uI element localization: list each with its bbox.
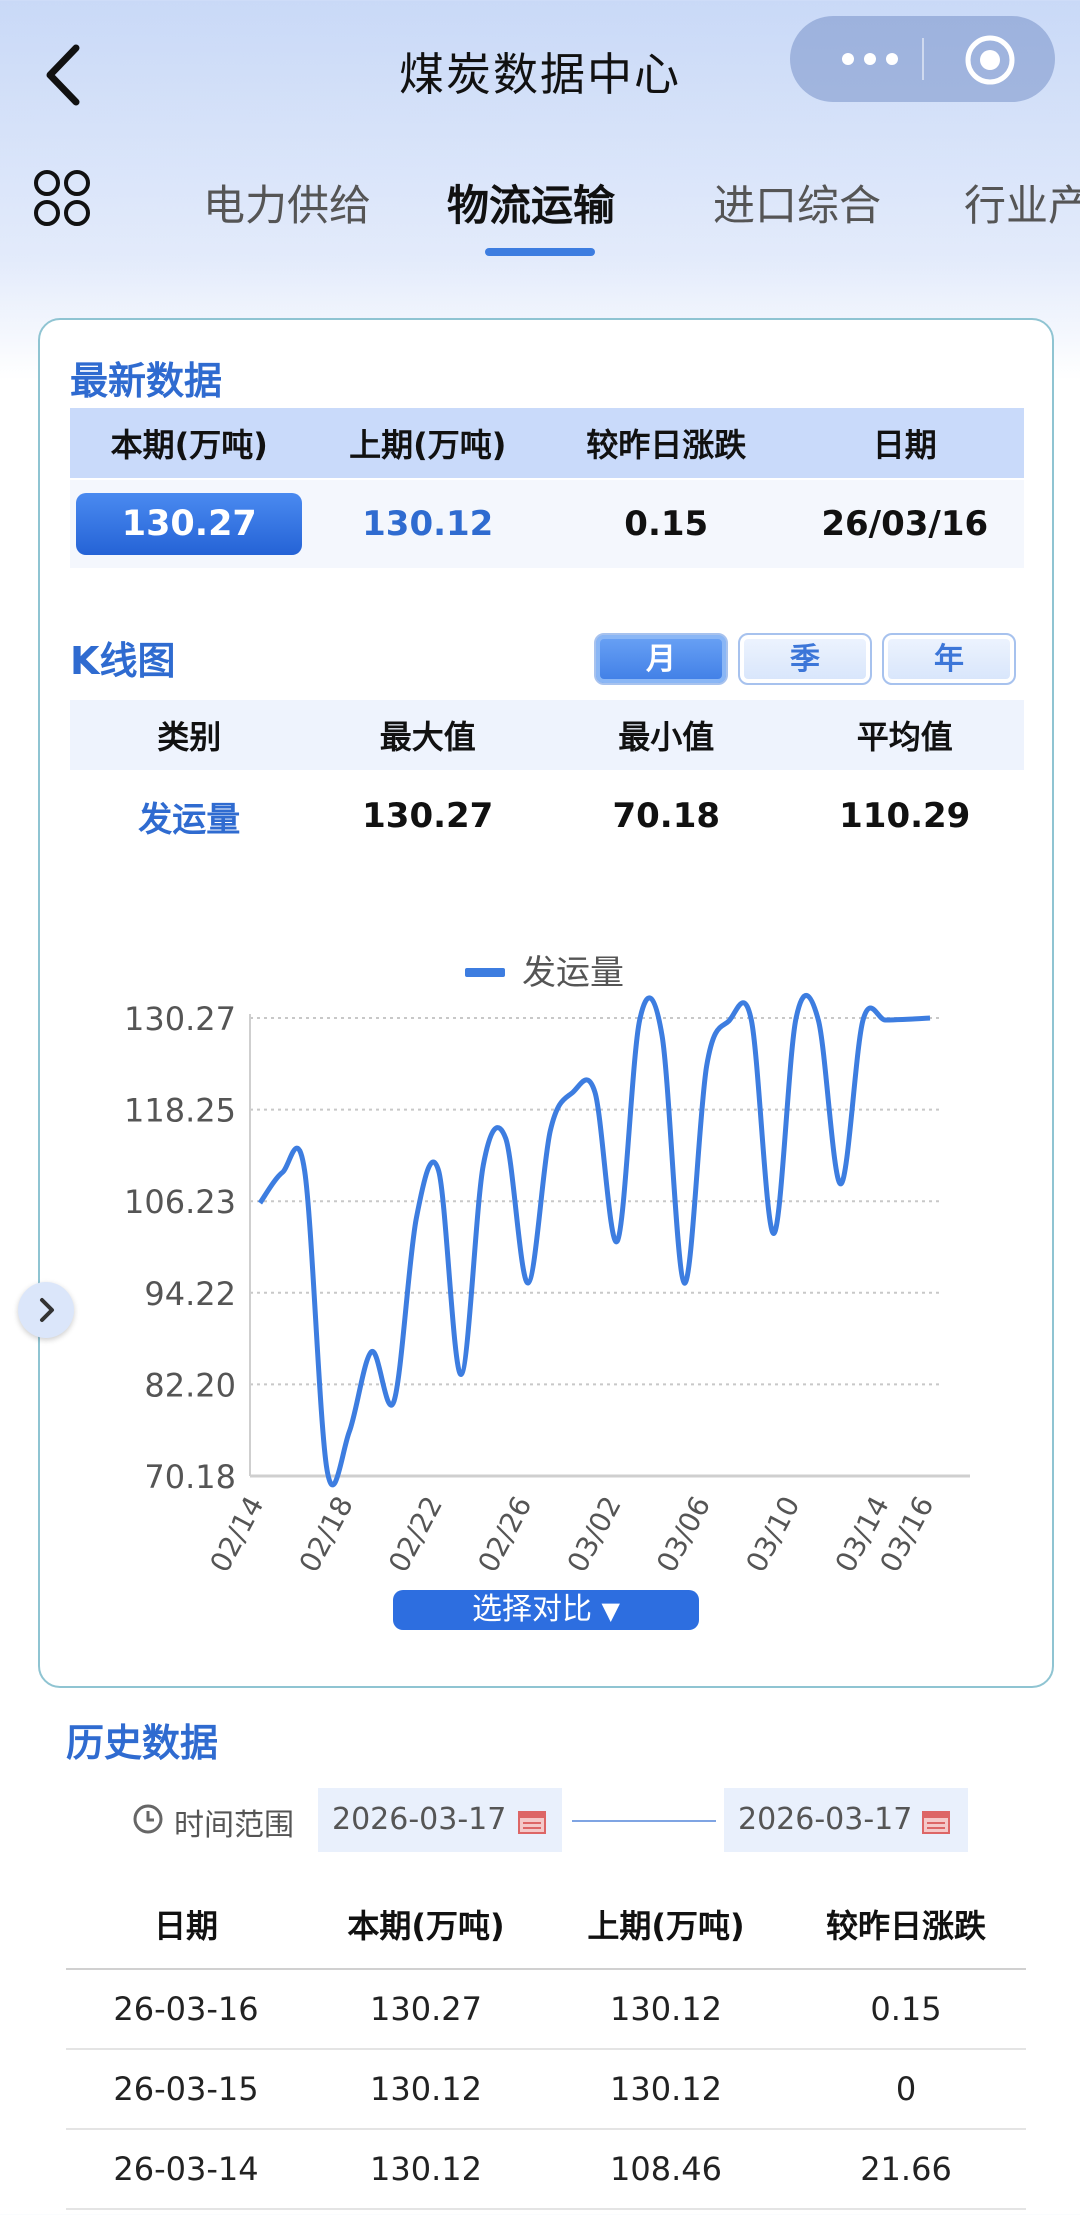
y-tick-label: 94.22 (144, 1275, 236, 1313)
latest-table-row: 130.27 130.12 0.15 26/03/16 (70, 480, 1024, 568)
x-tick-label: 03/02 (561, 1491, 628, 1570)
change-value: 0.15 (624, 504, 709, 544)
period-quarter-button[interactable]: 季 (738, 633, 872, 685)
y-tick-label: 70.18 (144, 1458, 236, 1496)
latest-table-header: 本期(万吨) 上期(万吨) 较昨日涨跌 日期 (70, 408, 1024, 478)
calendar-icon[interactable] (922, 1810, 950, 1834)
stats-table-row: 发运量 130.27 70.18 110.29 (70, 772, 1024, 860)
grid-menu-icon[interactable] (32, 168, 92, 228)
more-dots-icon[interactable] (830, 42, 910, 76)
history-header-previous: 上期(万吨) (587, 1907, 745, 1945)
history-title: 历史数据 (66, 1721, 219, 1765)
current-value: 130.27 (76, 493, 303, 555)
history-header-change: 较昨日涨跌 (825, 1907, 986, 1945)
row-change: 0.15 (870, 1990, 942, 2028)
row-previous: 130.12 (610, 2070, 722, 2108)
time-range-label: 时间范围 (174, 1808, 294, 1843)
history-header-current: 本期(万吨) (347, 1907, 505, 1945)
expand-side-button[interactable] (18, 1282, 74, 1338)
table-row[interactable]: 26-03-15 130.12 130.12 0 (66, 2050, 1026, 2130)
row-date: 26-03-14 (113, 2150, 259, 2188)
active-tab-indicator (485, 248, 595, 256)
series-line (257, 992, 931, 1488)
header-avg: 平均值 (856, 718, 953, 756)
period-year-button[interactable]: 年 (882, 633, 1016, 685)
x-tick-label: 02/26 (471, 1491, 538, 1570)
category-tabs: 电力供给 物流运输 进口综合 行业产 (0, 150, 1080, 270)
header-category: 类别 (157, 718, 222, 756)
data-card: 最新数据 本期(万吨) 上期(万吨) 较昨日涨跌 日期 130.27 130.1… (38, 318, 1054, 1688)
x-tick-label: 03/06 (650, 1491, 717, 1570)
table-row[interactable]: 26-03-14 130.12 108.46 21.66 (66, 2130, 1026, 2210)
current-value-cell: 130.27 (70, 493, 309, 555)
range-separator (572, 1820, 716, 1822)
latest-data-title: 最新数据 (70, 359, 223, 403)
x-tick-label: 02/22 (382, 1491, 449, 1570)
x-tick-label: 02/18 (293, 1491, 360, 1570)
legend-label: 发运量 (522, 953, 624, 993)
tab-power-supply[interactable]: 电力供给 (203, 172, 371, 233)
period-month-button[interactable]: 月 (594, 633, 728, 685)
compare-select-button[interactable]: 选择对比 ▼ (393, 1590, 699, 1630)
compare-button-label: 选择对比 (471, 1592, 592, 1627)
max-value: 130.27 (362, 796, 494, 836)
clock-icon (133, 1804, 163, 1834)
y-tick-label: 130.27 (124, 1000, 236, 1038)
x-tick-label: 02/14 (203, 1491, 270, 1570)
table-row[interactable]: 26-03-16 130.27 130.12 0.15 (66, 1970, 1026, 2050)
row-previous: 130.12 (610, 1990, 722, 2028)
top-bar: 煤炭数据中心 (0, 0, 1080, 150)
date-value: 26/03/16 (821, 504, 989, 544)
row-change: 21.66 (860, 2150, 952, 2188)
stats-table-header: 类别 最大值 最小值 平均值 (70, 700, 1024, 770)
header-previous: 上期(万吨) (349, 426, 507, 464)
close-target-icon[interactable] (962, 32, 1018, 88)
start-date-value: 2026-03-17 (332, 1802, 507, 1837)
header-current: 本期(万吨) (110, 426, 268, 464)
legend-swatch (465, 968, 505, 977)
y-tick-label: 106.23 (124, 1183, 236, 1221)
mini-program-capsule (790, 16, 1055, 102)
x-tick-label: 03/10 (739, 1491, 806, 1570)
y-tick-label: 118.25 (124, 1092, 236, 1130)
row-previous: 108.46 (610, 2150, 722, 2188)
row-current: 130.12 (370, 2070, 482, 2108)
row-date: 26-03-15 (113, 2070, 259, 2108)
y-tick-label: 82.20 (144, 1366, 236, 1404)
kline-title: K线图 (70, 639, 176, 683)
row-date: 26-03-16 (113, 1990, 259, 2028)
tab-import[interactable]: 进口综合 (713, 172, 881, 233)
row-current: 130.27 (370, 1990, 482, 2028)
chevron-right-icon (40, 1298, 54, 1322)
row-current: 130.12 (370, 2150, 482, 2188)
capsule-divider (922, 38, 924, 80)
previous-value: 130.12 (362, 504, 494, 544)
line-chart-svg: 发运量130.27118.25106.2394.2282.2070.1802/1… (124, 953, 970, 1570)
dropdown-triangle-icon: ▼ (601, 1597, 620, 1625)
category-value: 发运量 (138, 799, 241, 840)
tab-industry[interactable]: 行业产 (964, 172, 1080, 233)
header-min: 最小值 (618, 718, 715, 756)
header-max: 最大值 (379, 718, 476, 756)
calendar-icon[interactable] (518, 1810, 546, 1834)
history-table-header: 日期 本期(万吨) 上期(万吨) 较昨日涨跌 (66, 1880, 1026, 1970)
row-change: 0 (895, 2070, 917, 2108)
history-header-date: 日期 (153, 1907, 218, 1945)
line-chart[interactable]: 发运量 130.27 118.25 106.23 94.22 82.20 70.18 02/1… (40, 920, 1056, 1570)
history-table: 日期 本期(万吨) 上期(万吨) 较昨日涨跌 26-03-16 130.27 1… (66, 1880, 1026, 2210)
tab-logistics[interactable]: 物流运输 (447, 172, 615, 233)
min-value: 70.18 (612, 796, 721, 836)
header-change: 较昨日涨跌 (586, 426, 747, 464)
end-date-value: 2026-03-17 (738, 1802, 913, 1837)
header-date: 日期 (872, 426, 937, 464)
avg-value: 110.29 (839, 796, 971, 836)
